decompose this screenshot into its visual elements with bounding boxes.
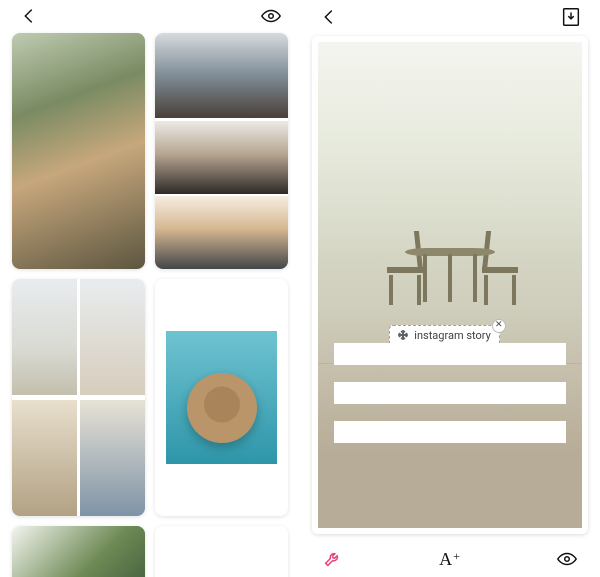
template-card[interactable]	[155, 33, 288, 269]
template-card[interactable]	[12, 279, 145, 515]
text-bar[interactable]	[334, 343, 566, 365]
back-arrow-icon[interactable]	[18, 5, 40, 27]
eye-icon[interactable]	[260, 5, 282, 27]
story-canvas[interactable]: instagram story ✕	[318, 42, 582, 528]
template-picker-panel	[0, 0, 300, 577]
editor-toolbar: A+	[304, 541, 596, 577]
story-canvas-card: instagram story ✕	[312, 36, 588, 534]
text-tool-button[interactable]: A+	[439, 549, 461, 570]
text-tool-label: A	[439, 549, 453, 569]
plus-icon: +	[453, 549, 461, 563]
back-arrow-icon[interactable]	[318, 6, 340, 28]
text-bar[interactable]	[334, 421, 566, 443]
text-bar[interactable]	[334, 382, 566, 404]
template-card[interactable]	[12, 526, 145, 577]
editor-panel: instagram story ✕ A+	[300, 0, 600, 577]
eye-icon[interactable]	[556, 548, 578, 570]
template-card[interactable]	[155, 279, 288, 515]
text-edit-value[interactable]: instagram story	[414, 329, 491, 342]
wrench-icon[interactable]	[322, 548, 344, 570]
download-icon[interactable]	[560, 6, 582, 28]
template-card[interactable]	[155, 526, 288, 577]
right-topbar	[304, 0, 596, 34]
template-grid	[4, 31, 296, 577]
move-handle-icon[interactable]	[398, 330, 408, 340]
close-icon[interactable]: ✕	[492, 319, 506, 333]
template-card[interactable]	[12, 33, 145, 269]
left-topbar	[4, 0, 296, 31]
